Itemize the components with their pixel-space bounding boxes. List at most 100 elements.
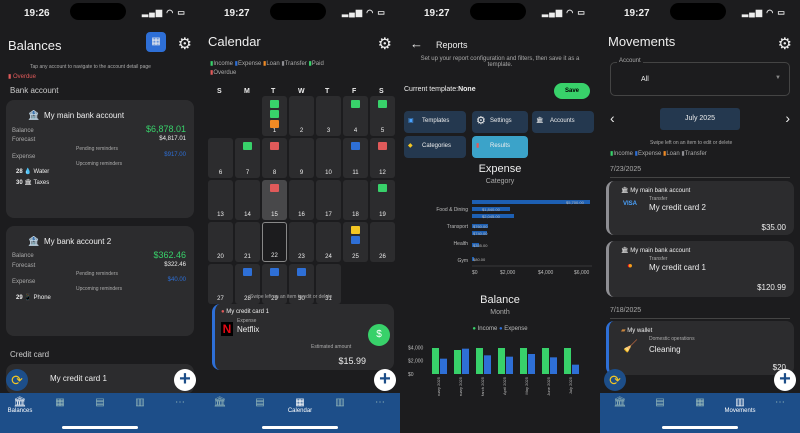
expense-bar — [528, 354, 535, 374]
tab-calendar[interactable]: ▦ — [40, 397, 80, 408]
gear-icon[interactable]: ⚙ — [378, 34, 392, 54]
tick-label: $0 — [472, 270, 478, 276]
categories-button[interactable]: ◆ Categories — [404, 136, 466, 158]
calendar-day[interactable]: 25 — [343, 222, 368, 262]
calendar-day[interactable]: 16 — [289, 180, 314, 220]
tab-reports[interactable]: ▤ — [80, 397, 120, 408]
credit-card-item[interactable]: My credit card 1 — [6, 364, 194, 394]
calendar-day[interactable]: 14 — [235, 180, 260, 220]
forecast-value: $322.46 — [164, 262, 186, 268]
calendar-day[interactable]: 9 — [289, 138, 314, 178]
current-template: Current template:None — [404, 86, 476, 93]
notch — [270, 3, 326, 20]
sync-icon[interactable]: ⟳ — [6, 369, 28, 391]
calendar-day[interactable]: 22 — [262, 222, 287, 262]
water-icon: 💧 — [24, 169, 32, 175]
tab-more[interactable]: ⋯ — [360, 397, 400, 408]
forecast-value: $4,817.01 — [159, 136, 186, 142]
calendar-day[interactable]: 23 — [289, 222, 314, 262]
calendar-day[interactable]: 13 — [208, 180, 233, 220]
tab-reports[interactable]: ▤ — [240, 397, 280, 408]
add-button[interactable]: + — [174, 369, 196, 391]
calendar-day[interactable]: 12 — [370, 138, 395, 178]
gear-icon[interactable]: ⚙ — [178, 34, 192, 54]
hint-text: Swipe left on an item to edit or delete — [250, 294, 333, 300]
add-button[interactable]: + — [374, 369, 396, 391]
calendar-day[interactable]: 3 — [316, 96, 341, 136]
tab-movements[interactable]: ▥ — [320, 397, 360, 408]
templates-button[interactable]: ▣ Templates — [404, 111, 466, 133]
calendar-day[interactable]: 26 — [370, 222, 395, 262]
calendar-day[interactable]: 7 — [235, 138, 260, 178]
calendar-day[interactable]: 18 — [343, 180, 368, 220]
event-icon — [270, 120, 279, 128]
calendar-day[interactable]: 19 — [370, 180, 395, 220]
tab-balances[interactable]: 🏛 — [600, 397, 640, 408]
results-button[interactable]: ▮ Results — [472, 136, 528, 158]
reminder-row[interactable]: 30 🏛 Taxes — [16, 179, 49, 186]
next-month-icon[interactable]: › — [785, 110, 790, 126]
calendar-day[interactable]: 1 — [262, 96, 287, 136]
notch — [470, 3, 526, 20]
weekday-label: F — [352, 88, 357, 95]
calendar-day[interactable]: 15 — [262, 180, 287, 220]
item-name: Netflix — [237, 325, 260, 334]
calendar-day[interactable]: 21 — [235, 222, 260, 262]
tab-more[interactable]: ⋯ — [760, 397, 800, 408]
item-name: My credit card 2 — [649, 203, 706, 212]
calendar-day[interactable]: 11 — [343, 138, 368, 178]
bank-icon: 🏦 — [28, 236, 40, 246]
sync-icon[interactable]: ⟳ — [604, 369, 626, 391]
expense-title: Expense — [478, 163, 522, 175]
settings-button[interactable]: ⚙ Settings — [472, 111, 528, 133]
tab-more[interactable]: ⋯ — [160, 397, 200, 408]
add-button[interactable]: + — [774, 369, 796, 391]
movements-screen: 19:27 ▂▄▆ ◠ ▭ Movements ⚙ Account All ▼ … — [600, 0, 800, 433]
calendar-day[interactable]: 2 — [289, 96, 314, 136]
calendar-item[interactable]: ● My credit card 1 Expense N Netflix Est… — [212, 304, 394, 370]
list-icon: ▥ — [335, 397, 345, 408]
prev-month-icon[interactable]: ‹ — [610, 110, 615, 126]
account-card[interactable]: 🏦 My bank account 2 Balance $362.46 Fore… — [6, 226, 194, 336]
back-arrow-icon[interactable]: ← — [410, 36, 423, 51]
calendar-day[interactable]: 24 — [316, 222, 341, 262]
month-label: April 2025 — [502, 376, 507, 395]
calendar-day[interactable]: 10 — [316, 138, 341, 178]
gear-icon[interactable]: ⚙ — [778, 34, 792, 54]
accounts-button[interactable]: 🏛 Accounts — [532, 111, 594, 133]
event-icon — [270, 184, 279, 192]
weekday-label: T — [271, 88, 276, 95]
tab-calendar[interactable]: ▦ — [680, 397, 720, 408]
calendar-day[interactable]: 6 — [208, 138, 233, 178]
tab-calendar[interactable]: ▦ Calendar — [280, 397, 320, 414]
tab-balances[interactable]: 🏛 — [200, 397, 240, 408]
account-select[interactable]: Account All ▼ — [610, 58, 790, 96]
movement-item[interactable]: 🏛 My main bank account Transfer ●● My cr… — [606, 241, 794, 297]
bank-icon: 🏛 — [613, 397, 627, 408]
category-label: Food & Dining — [436, 207, 468, 213]
movement-item[interactable]: 🏛 My main bank account Transfer VISA My … — [606, 181, 794, 235]
movement-item[interactable]: ▰ My wallet Domestic operations 🧹 Cleani… — [606, 321, 794, 375]
expense-label: Expense — [12, 279, 36, 285]
tab-movements[interactable]: ▥ — [120, 397, 160, 408]
tick-label: $2,000 — [500, 270, 516, 276]
calendar-day[interactable]: 4 — [343, 96, 368, 136]
reminder-row[interactable]: 28 💧 Water — [16, 168, 49, 175]
reminder-row[interactable]: 29 📱 Phone — [16, 294, 51, 301]
tab-reports[interactable]: ▤ — [640, 397, 680, 408]
save-button[interactable]: Save — [554, 83, 590, 99]
account-card[interactable]: 🏦 My main bank account Balance $6,878.01… — [6, 100, 194, 218]
item-name: My credit card 1 — [649, 263, 706, 272]
bank-icon: 🏦 — [28, 110, 40, 120]
event-icon — [351, 142, 360, 150]
calendar-day[interactable]: 27 — [208, 264, 233, 304]
money-icon[interactable]: $ — [368, 324, 390, 346]
calendar-icon[interactable]: ▦ — [146, 32, 166, 52]
tab-movements[interactable]: ▥ Movements — [720, 397, 760, 414]
calendar-day[interactable]: 5 — [370, 96, 395, 136]
calendar-day[interactable]: 8 — [262, 138, 287, 178]
calendar-day[interactable]: 20 — [208, 222, 233, 262]
date-header: 7/18/2025 — [610, 307, 642, 314]
tab-balances[interactable]: 🏛 Balances — [0, 397, 40, 414]
calendar-day[interactable]: 17 — [316, 180, 341, 220]
